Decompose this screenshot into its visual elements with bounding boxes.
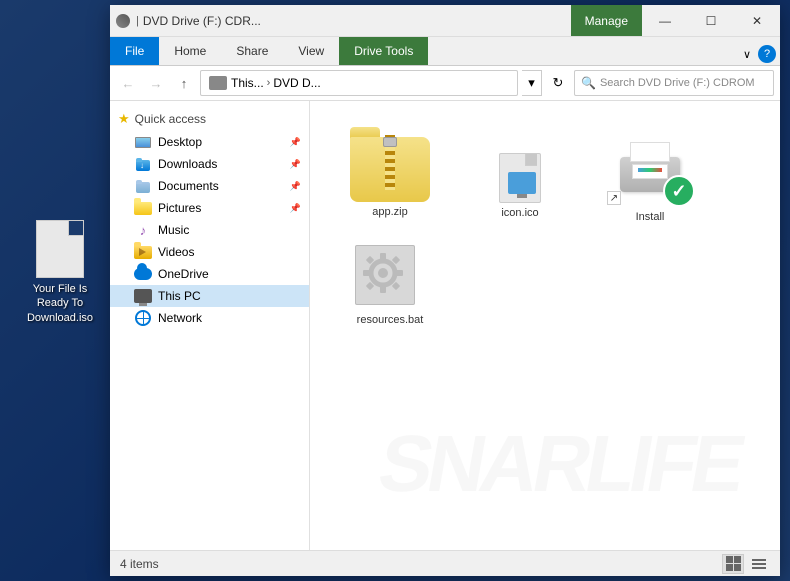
network-nav-label: Network: [158, 311, 301, 325]
maximize-button[interactable]: ☐: [688, 5, 734, 36]
music-nav-label: Music: [158, 223, 301, 237]
documents-pin-icon: 📌: [290, 181, 301, 192]
tab-file[interactable]: File: [110, 37, 159, 65]
videos-nav-label: Videos: [158, 245, 301, 259]
title-bar-text: |: [136, 15, 139, 27]
title-bar-dvd-icon: [116, 14, 130, 28]
file-label-install: Install: [636, 211, 665, 223]
sidebar-item-music[interactable]: ♪ Music: [110, 219, 309, 241]
minimize-button[interactable]: —: [642, 5, 688, 36]
window-title: DVD Drive (F:) CDR...: [143, 14, 571, 28]
address-bar: ← → ↑ This... › DVD D... ▾ ↻ 🔍 Search DV…: [110, 66, 780, 101]
checkmark-badge: ✓: [663, 175, 695, 207]
pictures-pin-icon: 📌: [290, 203, 301, 214]
onedrive-nav-label: OneDrive: [158, 267, 301, 281]
sidebar-item-network[interactable]: Network: [110, 307, 309, 329]
desktop-nav-icon: [134, 135, 152, 149]
back-button[interactable]: ←: [116, 71, 140, 95]
documents-nav-label: Documents: [158, 179, 286, 193]
tab-drive-tools[interactable]: Drive Tools: [339, 37, 428, 65]
file-label-resourcesbat: resources.bat: [357, 314, 424, 326]
this-pc-nav-icon: [134, 289, 152, 303]
ribbon-right: ∨ ?: [736, 43, 780, 65]
tab-home[interactable]: Home: [159, 37, 221, 65]
bat-file-icon: [355, 245, 425, 310]
install-icon-container: ✓ ↗: [605, 127, 695, 207]
ico-file-icon: [496, 147, 544, 203]
sidebar-item-downloads[interactable]: ↓ Downloads 📌: [110, 153, 309, 175]
zip-folder-icon: [350, 127, 430, 202]
desktop-icon[interactable]: Your File Is Ready To Download.iso: [20, 220, 100, 325]
path-part-1: This...: [231, 76, 264, 90]
gear-svg-icon: [358, 248, 408, 298]
path-separator: ›: [267, 77, 271, 89]
search-icon: 🔍: [581, 76, 596, 90]
close-button[interactable]: ✕: [734, 5, 780, 36]
desktop: Your File Is Ready To Download.iso | DVD…: [0, 0, 790, 581]
music-nav-icon: ♪: [134, 223, 152, 237]
file-item-install[interactable]: ✓ ↗ Install: [590, 121, 710, 229]
status-bar: 4 items: [110, 550, 780, 576]
forward-button[interactable]: →: [144, 71, 168, 95]
grid-view-button[interactable]: [722, 554, 744, 574]
downloads-nav-label: Downloads: [158, 157, 286, 171]
title-bar: | DVD Drive (F:) CDR... Manage — ☐ ✕: [110, 5, 780, 37]
iso-file-icon: [36, 220, 84, 278]
videos-nav-icon: [134, 245, 152, 259]
list-view-button[interactable]: [748, 554, 770, 574]
file-item-iconico[interactable]: icon.ico: [460, 141, 580, 229]
this-pc-nav-label: This PC: [158, 289, 301, 303]
ribbon-help-button[interactable]: ?: [758, 45, 776, 63]
up-button[interactable]: ↑: [172, 71, 196, 95]
onedrive-nav-icon: [134, 267, 152, 281]
file-item-appzip[interactable]: app.zip: [330, 121, 450, 229]
sidebar-item-this-pc[interactable]: This PC: [110, 285, 309, 307]
nav-pane: ★ Quick access Desktop 📌: [110, 101, 310, 550]
search-placeholder-text: Search DVD Drive (F:) CDROM: [600, 77, 755, 89]
file-view: SNARLIFE app.zip: [310, 101, 780, 550]
downloads-nav-icon: ↓: [134, 157, 152, 171]
search-box[interactable]: 🔍 Search DVD Drive (F:) CDROM: [574, 70, 774, 96]
file-label-appzip: app.zip: [372, 206, 407, 218]
ribbon-tabs: File Home Share View Drive Tools ∨ ?: [110, 37, 780, 65]
quick-access-label: Quick access: [135, 112, 206, 126]
star-icon: ★: [118, 111, 130, 127]
sidebar-item-pictures[interactable]: Pictures 📌: [110, 197, 309, 219]
path-computer-icon: [209, 76, 227, 90]
shortcut-arrow-icon: ↗: [607, 191, 621, 205]
pictures-nav-icon: [134, 201, 152, 215]
network-nav-icon: [134, 311, 152, 325]
item-count: 4 items: [120, 557, 159, 571]
explorer-window: | DVD Drive (F:) CDR... Manage — ☐ ✕ Fil…: [110, 5, 780, 576]
tab-share[interactable]: Share: [221, 37, 283, 65]
address-path[interactable]: This... › DVD D...: [200, 70, 518, 96]
sidebar-item-documents[interactable]: Documents 📌: [110, 175, 309, 197]
file-item-resourcesbat[interactable]: resources.bat: [330, 239, 450, 332]
documents-nav-icon: [134, 179, 152, 193]
downloads-pin-icon: 📌: [290, 159, 301, 170]
sidebar-item-desktop[interactable]: Desktop 📌: [110, 131, 309, 153]
tab-view[interactable]: View: [283, 37, 339, 65]
file-label-iconico: icon.ico: [501, 207, 538, 219]
manage-tab[interactable]: Manage: [571, 5, 642, 36]
ribbon-collapse-button[interactable]: ∨: [736, 43, 758, 65]
sidebar-item-onedrive[interactable]: OneDrive: [110, 263, 309, 285]
desktop-icon-label: Your File Is Ready To Download.iso: [20, 282, 100, 325]
ribbon: File Home Share View Drive Tools ∨ ?: [110, 37, 780, 66]
desktop-pin-icon: 📌: [290, 137, 301, 148]
path-part-2: DVD D...: [273, 76, 320, 90]
watermark: SNARLIFE: [372, 418, 748, 510]
quick-access-header[interactable]: ★ Quick access: [110, 107, 309, 131]
pictures-nav-label: Pictures: [158, 201, 286, 215]
window-controls: — ☐ ✕: [642, 5, 780, 36]
sidebar-item-videos[interactable]: Videos: [110, 241, 309, 263]
file-grid: app.zip icon.ico: [320, 111, 770, 342]
main-content: ★ Quick access Desktop 📌: [110, 101, 780, 550]
refresh-button[interactable]: ↻: [546, 71, 570, 95]
path-dropdown-button[interactable]: ▾: [522, 70, 542, 96]
desktop-nav-label: Desktop: [158, 135, 286, 149]
view-toggle-buttons: [722, 554, 770, 574]
